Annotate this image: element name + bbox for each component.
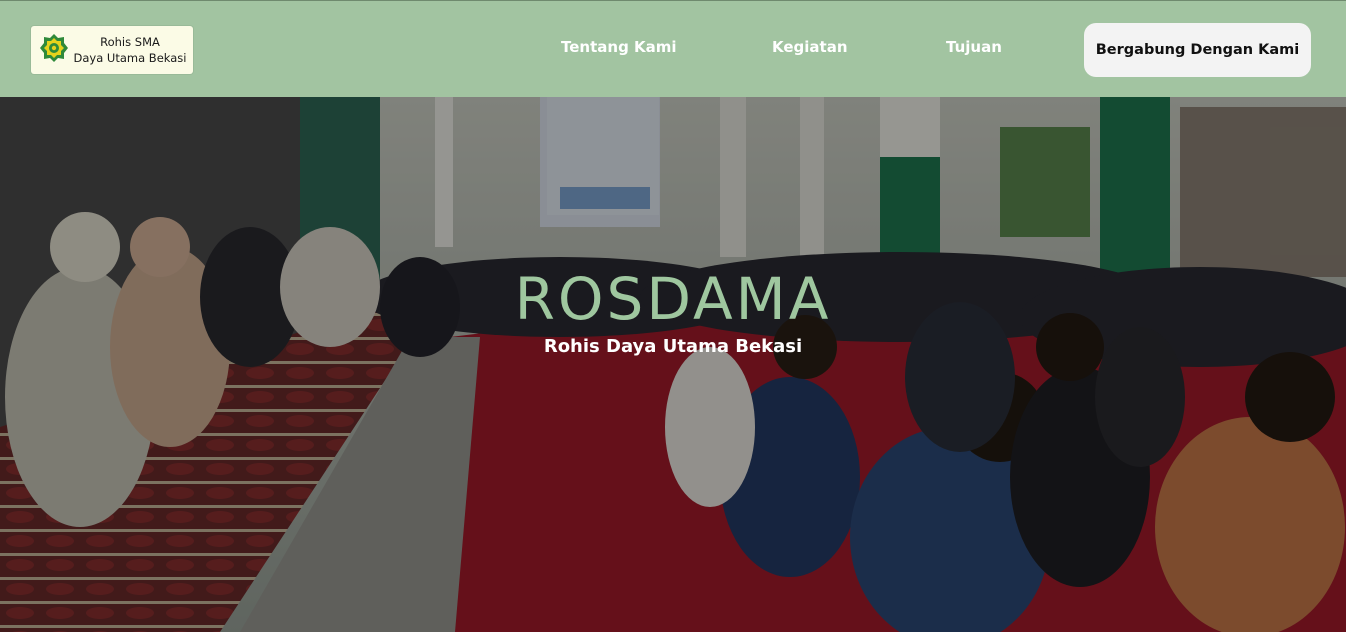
hero-dark-overlay	[0, 97, 1346, 632]
hero-section: ROSDAMA Rohis Daya Utama Bekasi	[0, 97, 1346, 632]
landing-page: Rohis SMA Daya Utama Bekasi Tentang Kami…	[0, 0, 1346, 632]
logo-line-2: Daya Utama Bekasi	[73, 51, 187, 65]
top-navbar: Rohis SMA Daya Utama Bekasi Tentang Kami…	[0, 0, 1346, 97]
hero-title: ROSDAMA	[514, 265, 832, 333]
logo-line-1: Rohis SMA	[100, 35, 160, 49]
nav-link-tujuan[interactable]: Tujuan	[946, 38, 1002, 56]
nav-link-tentang-kami[interactable]: Tentang Kami	[561, 38, 677, 56]
logo-text: Rohis SMA Daya Utama Bekasi	[71, 34, 189, 66]
site-logo[interactable]: Rohis SMA Daya Utama Bekasi	[31, 26, 193, 74]
join-button[interactable]: Bergabung Dengan Kami	[1084, 23, 1311, 77]
hero-subtitle: Rohis Daya Utama Bekasi	[543, 336, 803, 357]
nav-link-kegiatan[interactable]: Kegiatan	[772, 38, 848, 56]
mosque-emblem-icon	[40, 34, 68, 62]
